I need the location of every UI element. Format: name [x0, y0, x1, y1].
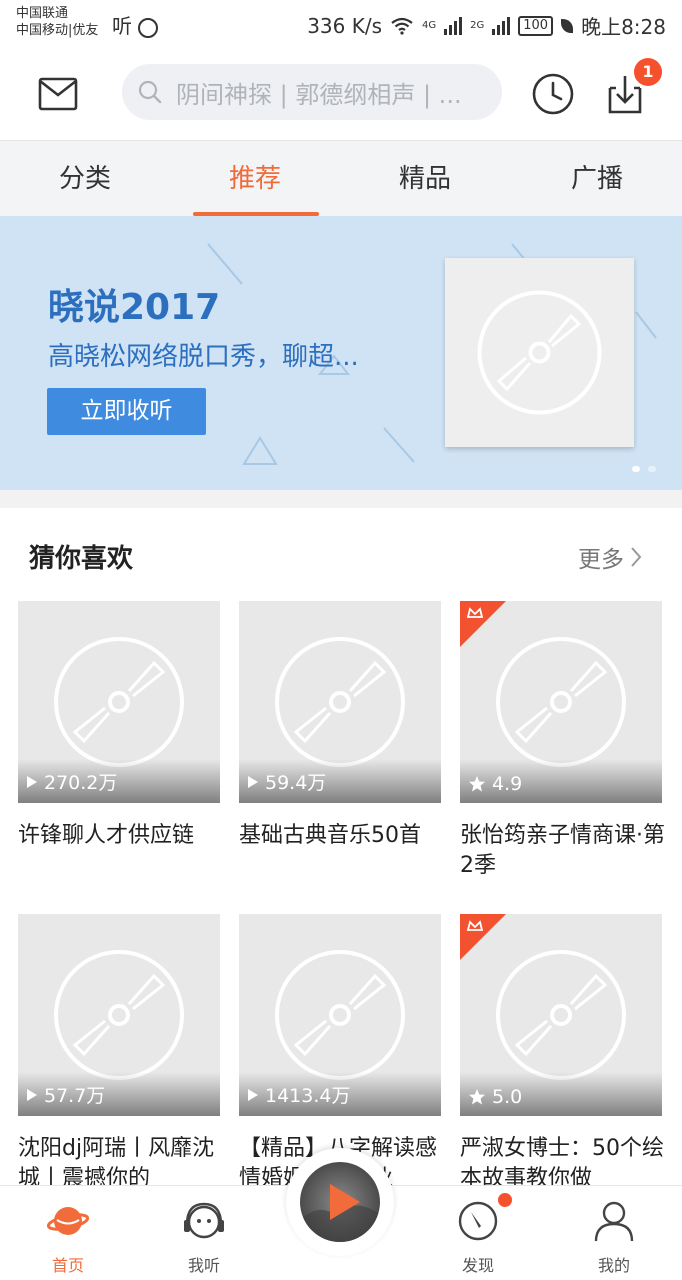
album-stat-value: 4.9: [492, 773, 523, 795]
play-count-icon: [248, 1088, 258, 1101]
carousel-indicator: [632, 466, 656, 472]
now-playing-cover: [300, 1162, 380, 1242]
banner-title: 晓说2017: [48, 287, 221, 328]
signal-icon-2: [492, 16, 511, 35]
search-bar[interactable]: 阴间神探 | 郭德纲相声 | ...: [122, 64, 502, 120]
album-card[interactable]: 4.9 张怡筠亲子情商课·第2季: [460, 601, 665, 881]
search-icon: [138, 80, 162, 104]
app-glyph: 听: [112, 14, 132, 38]
nav-home-label: 首页: [51, 1256, 84, 1275]
nav-mine-label: 我的: [597, 1256, 630, 1275]
section-divider: [0, 490, 682, 508]
status-right: 336 K/s 4G 2G 100 晚上8:28: [307, 11, 666, 40]
crown-icon: [466, 920, 484, 931]
album-cover: 59.4万: [239, 601, 441, 803]
download-badge: 1: [634, 58, 662, 86]
status-bar: 中国联通 中国移动|优友 听 336 K/s 4G 2G 100 晚上8:28: [0, 0, 682, 48]
carrier-info: 中国联通 中国移动|优友: [16, 5, 98, 39]
tab-tuijian[interactable]: 推荐: [170, 141, 340, 217]
star-icon: [469, 776, 485, 792]
battery-icon: 100: [518, 15, 554, 36]
crown-icon: [466, 607, 484, 618]
banner-cover: [445, 258, 634, 447]
album-stat: 59.4万: [247, 768, 326, 795]
person-icon: [594, 1201, 634, 1242]
album-cover: 5.0: [460, 914, 662, 1116]
compass-icon: [458, 1201, 498, 1241]
nav-discover-label: 发现: [461, 1256, 494, 1275]
discover-notification-dot: [498, 1193, 512, 1207]
album-stat: 4.9: [468, 773, 522, 795]
album-stat-value: 270.2万: [44, 772, 118, 794]
network-type-2: 2G: [470, 19, 485, 31]
play-icon: [300, 1184, 380, 1242]
album-stat-value: 59.4万: [265, 772, 327, 794]
album-card[interactable]: 270.2万许锋聊人才供应链: [18, 601, 220, 851]
section-title: 猜你喜欢: [29, 544, 134, 574]
album-title: 许锋聊人才供应链: [18, 823, 195, 848]
wifi-icon: [391, 17, 413, 35]
search-placeholder: 阴间神探 | 郭德纲相声 | ...: [176, 80, 462, 109]
listen-now-button[interactable]: 立即收听: [47, 388, 206, 435]
category-tabs: 分类 推荐 精品 广播: [0, 140, 682, 217]
nav-listen-label: 我听: [187, 1256, 220, 1275]
album-title: 张怡筠亲子情商课·第2季: [460, 823, 665, 878]
more-link[interactable]: 更多: [578, 540, 642, 574]
play-count-icon: [27, 1088, 37, 1101]
tab-guangbo[interactable]: 广播: [512, 141, 682, 217]
network-speed: 336 K/s: [307, 13, 382, 38]
album-stat-value: 57.7万: [44, 1085, 106, 1107]
top-bar: 阴间神探 | 郭德纲相声 | ...: [0, 48, 682, 140]
clock-time: 晚上8:28: [581, 15, 666, 39]
star-icon: [469, 1089, 485, 1105]
leaf-icon: [561, 18, 574, 33]
notification-icon: [138, 17, 158, 38]
album-title: 基础古典音乐50首: [239, 823, 421, 848]
album-stat: 1413.4万: [247, 1081, 350, 1108]
disc-placeholder-icon: [477, 290, 602, 415]
app-notification: 听: [112, 10, 158, 39]
tab-fenlei[interactable]: 分类: [0, 141, 170, 217]
headphones-face-icon: [184, 1202, 224, 1239]
album-cover: 270.2万: [18, 601, 220, 803]
album-cover: 1413.4万: [239, 914, 441, 1116]
album-cover: 4.9: [460, 601, 662, 803]
album-stat: 57.7万: [26, 1081, 105, 1108]
tab-jingpin[interactable]: 精品: [340, 141, 510, 217]
now-playing-button[interactable]: [286, 1148, 394, 1256]
nav-listen[interactable]: 我听: [154, 1186, 254, 1280]
play-count-icon: [27, 775, 37, 788]
network-type-1: 4G: [422, 19, 437, 31]
album-stat-value: 1413.4万: [265, 1085, 351, 1107]
promo-banner[interactable]: 晓说2017 高晓松网络脱口秀，聊超... 立即收听: [0, 216, 682, 490]
more-label: 更多: [578, 547, 624, 573]
planet-icon: [47, 1207, 89, 1235]
album-stat-value: 5.0: [492, 1086, 523, 1108]
nav-discover[interactable]: 发现: [428, 1186, 528, 1280]
album-cover: 57.7万: [18, 914, 220, 1116]
carrier-1: 中国联通: [16, 6, 69, 21]
mail-icon[interactable]: [38, 75, 78, 113]
history-clock-icon[interactable]: [531, 72, 575, 116]
signal-icon: [444, 16, 463, 35]
album-stat: 270.2万: [26, 768, 117, 795]
chevron-right-icon: [631, 547, 642, 567]
album-card[interactable]: 5.0 严淑女博士：50个绘本故事教你做: [460, 914, 664, 1194]
nav-home[interactable]: 首页: [18, 1186, 118, 1280]
album-card[interactable]: 57.7万 沈阳dj阿瑞丨风靡沈城丨震撼你的: [18, 914, 220, 1194]
play-count-icon: [248, 775, 258, 788]
album-stat: 5.0: [468, 1086, 522, 1108]
carrier-2: 中国移动|优友: [16, 23, 99, 38]
album-card[interactable]: 59.4万基础古典音乐50首: [239, 601, 441, 851]
nav-mine[interactable]: 我的: [564, 1186, 664, 1280]
banner-subtitle: 高晓松网络脱口秀，聊超...: [48, 342, 359, 372]
